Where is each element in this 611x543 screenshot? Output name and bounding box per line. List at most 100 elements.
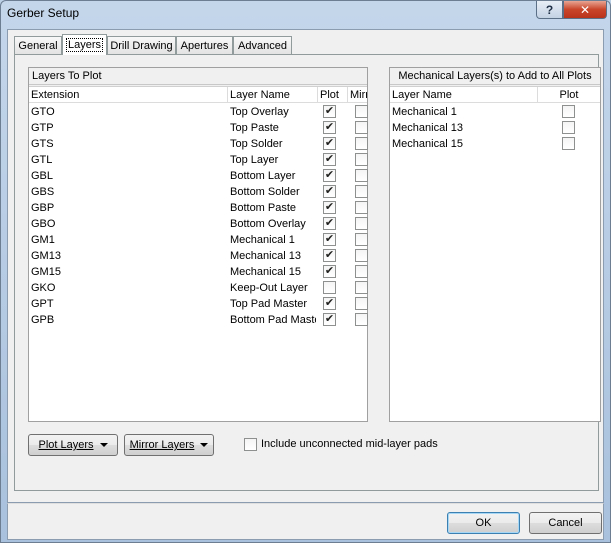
layer-extension: GTL <box>31 154 53 166</box>
mirror-checkbox[interactable] <box>355 105 368 118</box>
close-icon: ✕ <box>579 2 591 17</box>
mechanical-row[interactable]: Mechanical 15 <box>390 136 600 152</box>
header-mech-plot[interactable]: Plot <box>538 87 600 103</box>
layer-row[interactable]: GBL Bottom Layer ✔ <box>29 168 368 184</box>
close-button[interactable]: ✕ <box>563 1 607 19</box>
plot-checkbox[interactable]: ✔ <box>323 217 336 230</box>
layer-extension: GPT <box>31 298 54 310</box>
layer-row[interactable]: GPB Bottom Pad Maste ✔ <box>29 312 368 328</box>
layer-name: Bottom Overlay <box>230 218 306 230</box>
tab-advanced[interactable]: Advanced <box>233 36 292 54</box>
layer-row[interactable]: GM13 Mechanical 13 ✔ <box>29 248 368 264</box>
mirror-checkbox[interactable] <box>355 137 368 150</box>
checkbox-box[interactable] <box>244 438 257 451</box>
mirror-checkbox[interactable] <box>355 169 368 182</box>
layer-extension: GM1 <box>31 234 55 246</box>
layer-row[interactable]: GTO Top Overlay ✔ <box>29 104 368 120</box>
layer-row[interactable]: GTP Top Paste ✔ <box>29 120 368 136</box>
mechanical-list-header: Layer Name Plot <box>390 87 600 103</box>
title-bar: Gerber Setup ? ✕ <box>1 1 610 27</box>
cancel-button[interactable]: Cancel <box>529 512 602 534</box>
plot-checkbox[interactable] <box>323 281 336 294</box>
header-mirror[interactable]: Mirror <box>348 87 367 103</box>
mirror-layers-label: Mirror Layers <box>129 439 195 451</box>
mechanical-layers-group: Mechanical Layers(s) to Add to All Plots… <box>389 67 601 422</box>
mirror-layers-button[interactable]: Mirror Layers <box>124 434 214 456</box>
plot-checkbox[interactable]: ✔ <box>323 313 336 326</box>
layer-row[interactable]: GTS Top Solder ✔ <box>29 136 368 152</box>
plot-checkbox[interactable]: ✔ <box>323 297 336 310</box>
layer-extension: GPB <box>31 314 55 326</box>
layers-list[interactable]: Extension Layer Name Plot Mirror GTO Top … <box>29 86 368 421</box>
layer-name: Top Solder <box>230 138 283 150</box>
layer-extension: GTO <box>31 106 55 118</box>
layer-name: Top Pad Master <box>230 298 308 310</box>
help-button[interactable]: ? <box>536 1 563 19</box>
mechanical-plot-checkbox[interactable] <box>562 121 575 134</box>
layer-extension: GM15 <box>31 266 61 278</box>
mirror-checkbox[interactable] <box>355 281 368 294</box>
include-unconnected-checkbox[interactable] <box>244 438 257 451</box>
plot-checkbox[interactable]: ✔ <box>323 121 336 134</box>
plot-checkbox[interactable]: ✔ <box>323 201 336 214</box>
tab-label: General <box>18 39 58 52</box>
layer-extension: GTP <box>31 122 54 134</box>
tab-general[interactable]: General <box>14 36 62 54</box>
plot-checkbox[interactable]: ✔ <box>323 249 336 262</box>
mechanical-row[interactable]: Mechanical 13 <box>390 120 600 136</box>
layer-row[interactable]: GBO Bottom Overlay ✔ <box>29 216 368 232</box>
plot-checkbox[interactable]: ✔ <box>323 153 336 166</box>
layer-extension: GKO <box>31 282 56 294</box>
plot-checkbox[interactable]: ✔ <box>323 265 336 278</box>
mirror-checkbox[interactable] <box>355 185 368 198</box>
header-layer-name[interactable]: Layer Name <box>228 87 318 103</box>
plot-layers-label: Plot Layers <box>38 439 94 451</box>
ok-button[interactable]: OK <box>447 512 520 534</box>
tab-drill-drawing[interactable]: Drill Drawing <box>107 36 176 54</box>
mirror-checkbox[interactable] <box>355 265 368 278</box>
mirror-checkbox[interactable] <box>355 153 368 166</box>
layer-extension: GM13 <box>31 250 61 262</box>
gerber-setup-dialog: Gerber Setup ? ✕ General Layers Drill Draw… <box>0 0 611 543</box>
layer-row[interactable]: GKO Keep-Out Layer <box>29 280 368 296</box>
layer-name: Top Overlay <box>230 106 289 118</box>
layer-row[interactable]: GM1 Mechanical 1 ✔ <box>29 232 368 248</box>
tab-apertures[interactable]: Apertures <box>176 36 233 54</box>
plot-checkbox[interactable]: ✔ <box>323 185 336 198</box>
layer-extension: GBL <box>31 170 54 182</box>
dialog-footer: OK Cancel <box>7 503 604 540</box>
chevron-down-icon <box>200 443 209 447</box>
include-unconnected-label[interactable]: Include unconnected mid-layer pads <box>261 437 438 451</box>
mirror-checkbox[interactable] <box>355 217 368 230</box>
mirror-checkbox[interactable] <box>355 233 368 246</box>
mirror-checkbox[interactable] <box>355 297 368 310</box>
layer-row[interactable]: GM15 Mechanical 15 ✔ <box>29 264 368 280</box>
plot-checkbox[interactable]: ✔ <box>323 233 336 246</box>
layer-row[interactable]: GTL Top Layer ✔ <box>29 152 368 168</box>
mechanical-row[interactable]: Mechanical 1 <box>390 104 600 120</box>
plot-checkbox[interactable]: ✔ <box>323 105 336 118</box>
plot-checkbox[interactable]: ✔ <box>323 169 336 182</box>
tab-label: Apertures <box>180 39 229 52</box>
layer-extension: GBO <box>31 218 56 230</box>
tab-label: Advanced <box>238 39 287 52</box>
mirror-checkbox[interactable] <box>355 249 368 262</box>
layer-extension: GTS <box>31 138 54 150</box>
mechanical-list[interactable]: Layer Name Plot Mechanical 1 Mechanical 1… <box>390 86 600 421</box>
layer-row[interactable]: GBP Bottom Paste ✔ <box>29 200 368 216</box>
tab-layers[interactable]: Layers <box>62 34 107 55</box>
header-mech-layer-name[interactable]: Layer Name <box>390 87 538 103</box>
layer-row[interactable]: GBS Bottom Solder ✔ <box>29 184 368 200</box>
mechanical-plot-checkbox[interactable] <box>562 137 575 150</box>
header-extension[interactable]: Extension <box>29 87 228 103</box>
layers-to-plot-group: Layers To Plot Extension Layer Name Plot… <box>28 67 368 422</box>
header-plot[interactable]: Plot <box>318 87 348 103</box>
layer-row[interactable]: GPT Top Pad Master ✔ <box>29 296 368 312</box>
plot-checkbox[interactable]: ✔ <box>323 137 336 150</box>
mechanical-plot-checkbox[interactable] <box>562 105 575 118</box>
mirror-checkbox[interactable] <box>355 201 368 214</box>
layer-name: Bottom Paste <box>230 202 297 214</box>
mirror-checkbox[interactable] <box>355 313 368 326</box>
plot-layers-button[interactable]: Plot Layers <box>28 434 118 456</box>
mirror-checkbox[interactable] <box>355 121 368 134</box>
